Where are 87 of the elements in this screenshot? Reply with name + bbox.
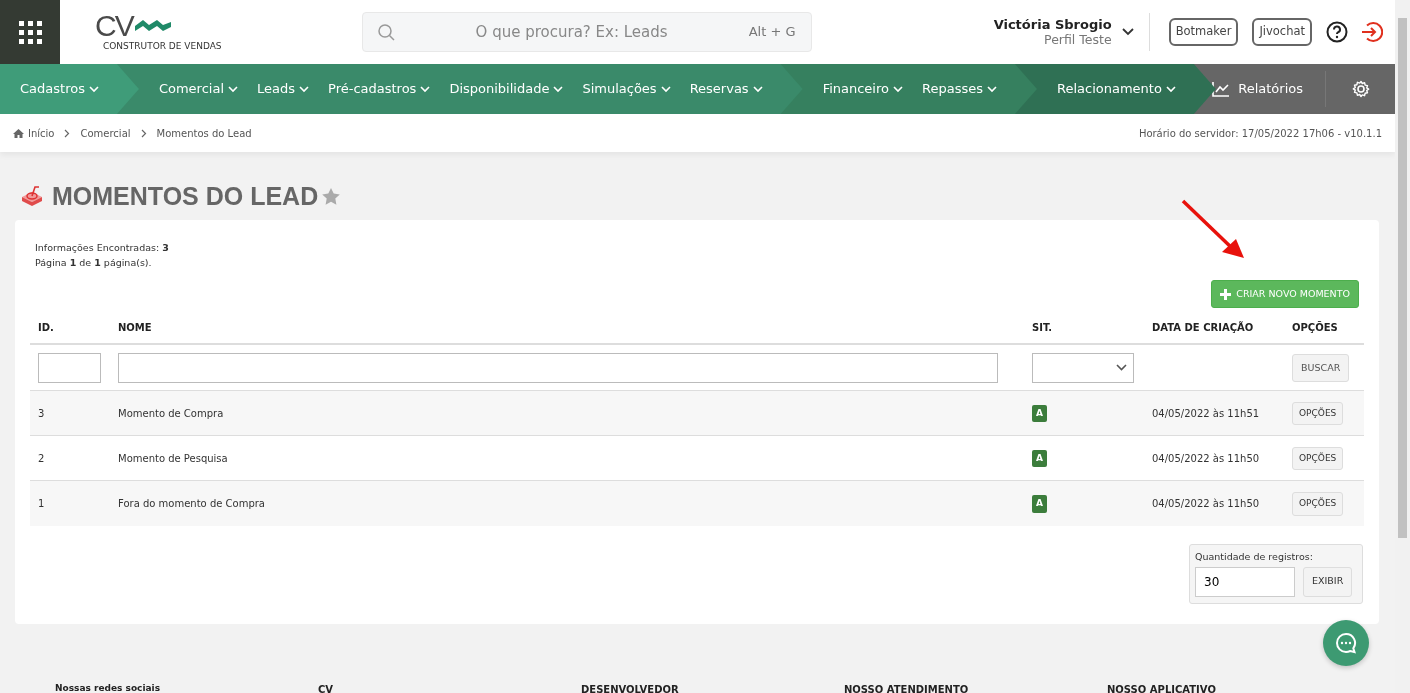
- chevron-down-icon: [986, 85, 997, 93]
- footer-heading: Nossas redes sociais: [55, 682, 162, 693]
- nav-menu-item[interactable]: Repasses: [922, 79, 997, 99]
- footer-heading: DESENVOLVEDOR: [581, 683, 680, 693]
- footer-heading: NOSSO ATENDIMENTO: [844, 683, 970, 693]
- chat-button[interactable]: Botmaker: [1168, 18, 1239, 46]
- chat-button[interactable]: Jivochat: [1252, 18, 1312, 46]
- options-button[interactable]: OPÇÕES: [1292, 492, 1344, 516]
- chat-fab-button[interactable]: [1323, 620, 1369, 666]
- annotation-arrow: [1180, 198, 1246, 260]
- chevron-down-icon: [660, 85, 671, 93]
- apps-menu-button[interactable]: [0, 0, 60, 64]
- table-cell-text: Momento de Compra: [117, 406, 225, 421]
- records-label: Quantidade de registros:: [1195, 550, 1314, 565]
- nav-menu-item[interactable]: Leads: [257, 79, 310, 99]
- table-cell-text: Momento de Pesquisa: [117, 451, 229, 466]
- page-title: MOMENTOS DO LEAD: [52, 181, 319, 211]
- name-filter-field[interactable]: [118, 352, 998, 383]
- column-header: OPÇÕES: [1291, 320, 1339, 336]
- chevron-down-icon[interactable]: [1121, 28, 1134, 36]
- records-field[interactable]: 30: [1195, 566, 1295, 597]
- column-header: DATA DE CRIAÇÃO: [1151, 320, 1255, 336]
- nav-menu-item[interactable]: Comercial: [158, 79, 238, 99]
- settings-icon[interactable]: [1351, 80, 1370, 98]
- breadcrumb-link[interactable]: Comercial: [80, 125, 131, 141]
- chevron-down-icon: [228, 85, 238, 93]
- nav-menu-item[interactable]: Relacionamento: [1056, 79, 1176, 99]
- nav-menu-item[interactable]: Disponibilidade: [449, 79, 564, 99]
- options-button[interactable]: OPÇÕES: [1292, 401, 1344, 425]
- line-chart-icon: [1212, 81, 1231, 97]
- shortcut-hint: Alt + G: [748, 23, 796, 42]
- options-button[interactable]: OPÇÕES: [1292, 446, 1344, 470]
- table-cell-text: 3: [37, 406, 46, 421]
- column-header: NOME: [117, 321, 153, 336]
- table-cell-text: 04/05/2022 às 11h51: [1151, 406, 1261, 421]
- chevron-down-icon: [553, 85, 564, 93]
- column-header: SIT.: [1031, 321, 1054, 336]
- id-filter-field[interactable]: [38, 352, 101, 383]
- home-icon: [13, 128, 24, 138]
- summary-text: Página 1 de 1 página(s).: [35, 256, 153, 270]
- table-cell-text: 04/05/2022 às 11h50: [1151, 451, 1261, 466]
- chevron-down-icon: [893, 85, 903, 93]
- search-box[interactable]: O que procura? Ex: Leads Alt + G: [361, 12, 812, 52]
- table-cell-text: 1: [37, 497, 46, 512]
- breadcrumb-link[interactable]: Início: [28, 125, 55, 141]
- user-profile: Perfil Teste: [1043, 32, 1112, 48]
- server-time: Horário do servidor: 17/05/2022 17h06 - v10.1.1: [1138, 126, 1382, 141]
- apps-grid-icon[interactable]: [18, 20, 42, 44]
- nav-menu-item[interactable]: Reservas: [689, 79, 763, 99]
- nav-menu-item[interactable]: Cadastros: [20, 79, 99, 99]
- breadcrumb-current[interactable]: Momentos do Lead: [156, 125, 252, 141]
- chevron-down-icon: [1116, 364, 1127, 372]
- footer-heading: NOSSO APLICATIVO: [1107, 683, 1217, 693]
- column-header: ID.: [37, 321, 55, 336]
- star-icon[interactable]: [322, 187, 341, 205]
- table-cell-text: 04/05/2022 às 11h50: [1151, 497, 1261, 512]
- chevron-down-icon: [299, 85, 310, 93]
- nav-menu-item[interactable]: Pré-cadastros: [328, 79, 431, 99]
- chevron-down-icon: [1165, 85, 1176, 93]
- logo-text: CV: [95, 12, 133, 40]
- plus-icon: [1220, 288, 1232, 300]
- chat-bubble-icon: [1335, 632, 1357, 654]
- search-button[interactable]: BUSCAR: [1292, 353, 1350, 382]
- summary-text: Informações Encontradas: 3: [35, 241, 170, 255]
- target-box-icon: [20, 186, 44, 206]
- nav-menu-item[interactable]: Simulações: [582, 79, 671, 99]
- status-tag: A: [1032, 495, 1047, 513]
- reports-link[interactable]: Relatórios: [1212, 79, 1303, 99]
- show-button[interactable]: EXIBIR: [1303, 566, 1353, 597]
- chevron-right-icon: [140, 128, 147, 138]
- logo-zigzag-icon: [132, 18, 173, 34]
- table-cell-text: Fora do momento de Compra: [117, 497, 266, 512]
- user-name: Victória Sbrogio: [993, 16, 1112, 33]
- help-icon[interactable]: [1326, 21, 1348, 43]
- nav-menu-item[interactable]: Financeiro: [822, 79, 903, 99]
- chevron-down-icon: [88, 85, 99, 93]
- status-tag: A: [1032, 404, 1047, 422]
- chevron-right-icon: [64, 128, 71, 138]
- logo-tagline: CONSTRUTOR DE VENDAS: [103, 40, 222, 52]
- logout-icon[interactable]: [1361, 21, 1383, 43]
- status-tag: A: [1032, 449, 1047, 467]
- search-field[interactable]: O que procura? Ex: Leads: [394, 19, 749, 45]
- search-icon: [377, 23, 395, 41]
- table-cell-text: 2: [37, 451, 46, 466]
- chevron-down-icon: [420, 85, 431, 93]
- chevron-down-icon: [752, 85, 763, 93]
- footer-heading: CV: [318, 683, 335, 693]
